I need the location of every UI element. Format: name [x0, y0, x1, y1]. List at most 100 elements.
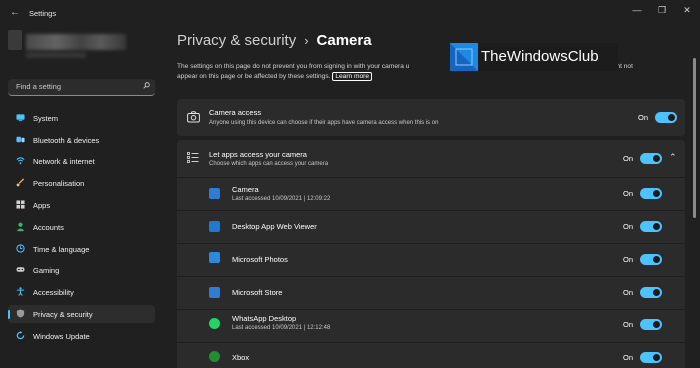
gamepad-icon: [16, 267, 25, 272]
apps-access-title: Let apps access your camera: [209, 150, 307, 159]
brush-icon: [16, 178, 25, 187]
wifi-icon: [16, 157, 25, 165]
store-icon: [209, 287, 220, 298]
sidebar-item-bluetooth[interactable]: Bluetooth & devices: [8, 131, 155, 149]
app-state: On: [623, 222, 634, 231]
app-row: Xbox On: [177, 343, 685, 368]
maximize-icon[interactable]: ❐: [655, 5, 669, 16]
app-row: Microsoft Photos On: [177, 244, 685, 275]
chevron-up-icon[interactable]: ⌃: [669, 152, 677, 163]
photos-icon: [209, 252, 220, 263]
avatar[interactable]: [8, 30, 22, 50]
app-state: On: [623, 255, 634, 264]
search-icon[interactable]: [143, 82, 150, 89]
app-toggle[interactable]: [640, 319, 662, 330]
camera-access-title: Camera access: [209, 108, 262, 117]
app-name: Xbox: [232, 353, 250, 362]
sidebar-item-label: Windows Update: [33, 331, 90, 341]
app-toggle[interactable]: [640, 188, 662, 199]
sidebar-item-windows-update[interactable]: Windows Update: [8, 327, 155, 345]
breadcrumb-parent[interactable]: Privacy & security: [177, 32, 296, 49]
title-bar: ← Settings — ❐ ✕: [0, 0, 700, 26]
app-toggle[interactable]: [640, 352, 662, 363]
sidebar-item-network[interactable]: Network & internet: [8, 152, 155, 170]
globe-clock-icon: [16, 244, 25, 253]
app-state: On: [623, 353, 634, 362]
update-icon: [16, 331, 25, 340]
profile-email-blurred: [26, 52, 86, 58]
minimize-icon[interactable]: —: [630, 5, 644, 15]
search-input[interactable]: [16, 82, 136, 91]
breadcrumb: Privacy & security › Camera: [177, 32, 372, 49]
apps-access-toggle[interactable]: [640, 153, 662, 164]
app-name: Camera: [232, 185, 259, 194]
app-last-accessed: Last accessed 10/09/2021 | 12:09:22: [232, 196, 331, 202]
list-icon: [187, 152, 199, 163]
chevron-right-icon: ›: [304, 33, 309, 48]
sidebar-item-label: Accessibility: [33, 287, 74, 297]
app-name: Desktop App Web Viewer: [232, 222, 317, 231]
sidebar-item-label: System: [33, 113, 59, 123]
app-last-accessed: Last accessed 10/09/2021 | 12:12:48: [232, 325, 331, 331]
apps-access-state: On: [623, 154, 634, 163]
back-arrow-icon[interactable]: ←: [10, 7, 20, 18]
sidebar-item-time-language[interactable]: Time & language: [8, 240, 155, 258]
app-state: On: [623, 320, 634, 329]
sidebar-item-label: Bluetooth & devices: [33, 135, 100, 145]
app-toggle[interactable]: [640, 254, 662, 265]
shield-icon: [16, 309, 25, 318]
window-title: Settings: [29, 9, 57, 18]
camera-access-card: Camera access Anyone using this device c…: [177, 99, 685, 136]
sidebar-item-label: Gaming: [33, 265, 60, 275]
camera-icon: [187, 111, 200, 123]
sidebar-item-accounts[interactable]: Accounts: [8, 218, 155, 236]
app-state: On: [623, 189, 634, 198]
bluetooth-icon: [16, 136, 25, 143]
thewindowsclub-logo-icon: [450, 43, 478, 71]
page-title: Camera: [316, 32, 372, 49]
app-toggle[interactable]: [640, 287, 662, 298]
apps-access-subtitle: Choose which apps can access your camera: [209, 161, 329, 167]
sidebar-item-label: Apps: [33, 200, 51, 210]
scrollbar[interactable]: [693, 58, 697, 328]
web-viewer-icon: [209, 221, 220, 232]
xbox-icon: [209, 351, 220, 362]
system-icon: [16, 114, 25, 122]
sidebar-item-label: Privacy & security: [33, 309, 93, 319]
profile-name-blurred: [26, 34, 126, 50]
app-row: Microsoft Store On: [177, 277, 685, 308]
app-row: Desktop App Web Viewer On: [177, 211, 685, 242]
sidebar-item-label: Accounts: [33, 222, 64, 232]
watermark-text: TheWindowsClub: [481, 48, 599, 65]
app-toggle[interactable]: [640, 221, 662, 232]
apps-icon: [16, 200, 25, 209]
sidebar-item-apps[interactable]: Apps: [8, 196, 155, 214]
app-name: WhatsApp Desktop: [232, 314, 297, 323]
learn-more-link[interactable]: Learn more: [332, 72, 373, 81]
camera-access-state: On: [638, 113, 649, 122]
scrollbar-thumb[interactable]: [693, 58, 696, 218]
accessibility-icon: [16, 287, 25, 296]
close-icon[interactable]: ✕: [680, 5, 694, 16]
camera-app-icon: [209, 188, 220, 199]
app-row: Camera Last accessed 10/09/2021 | 12:09:…: [177, 178, 685, 209]
sidebar-item-label: Network & internet: [33, 156, 95, 166]
sidebar-item-system[interactable]: System: [8, 109, 155, 127]
camera-access-subtitle: Anyone using this device can choose if t…: [209, 120, 439, 126]
watermark-logo: TheWindowsClub: [450, 43, 618, 71]
app-row: WhatsApp Desktop Last accessed 10/09/202…: [177, 310, 685, 341]
app-name: Microsoft Photos: [232, 255, 288, 264]
app-name: Microsoft Store: [232, 288, 283, 297]
sidebar-item-accessibility[interactable]: Accessibility: [8, 283, 155, 301]
selection-indicator: [8, 310, 10, 319]
camera-access-toggle[interactable]: [655, 112, 677, 123]
account-icon: [16, 222, 25, 231]
info-text-line1: The settings on this page do not prevent…: [177, 63, 410, 70]
search-box[interactable]: [8, 79, 155, 96]
sidebar-item-personalisation[interactable]: Personalisation: [8, 174, 155, 192]
sidebar-item-privacy-security[interactable]: Privacy & security: [8, 305, 155, 323]
sidebar-item-label: Time & language: [33, 244, 90, 254]
sidebar-item-gaming[interactable]: Gaming: [8, 261, 155, 279]
sidebar-item-label: Personalisation: [33, 178, 85, 188]
whatsapp-icon: [209, 318, 220, 329]
